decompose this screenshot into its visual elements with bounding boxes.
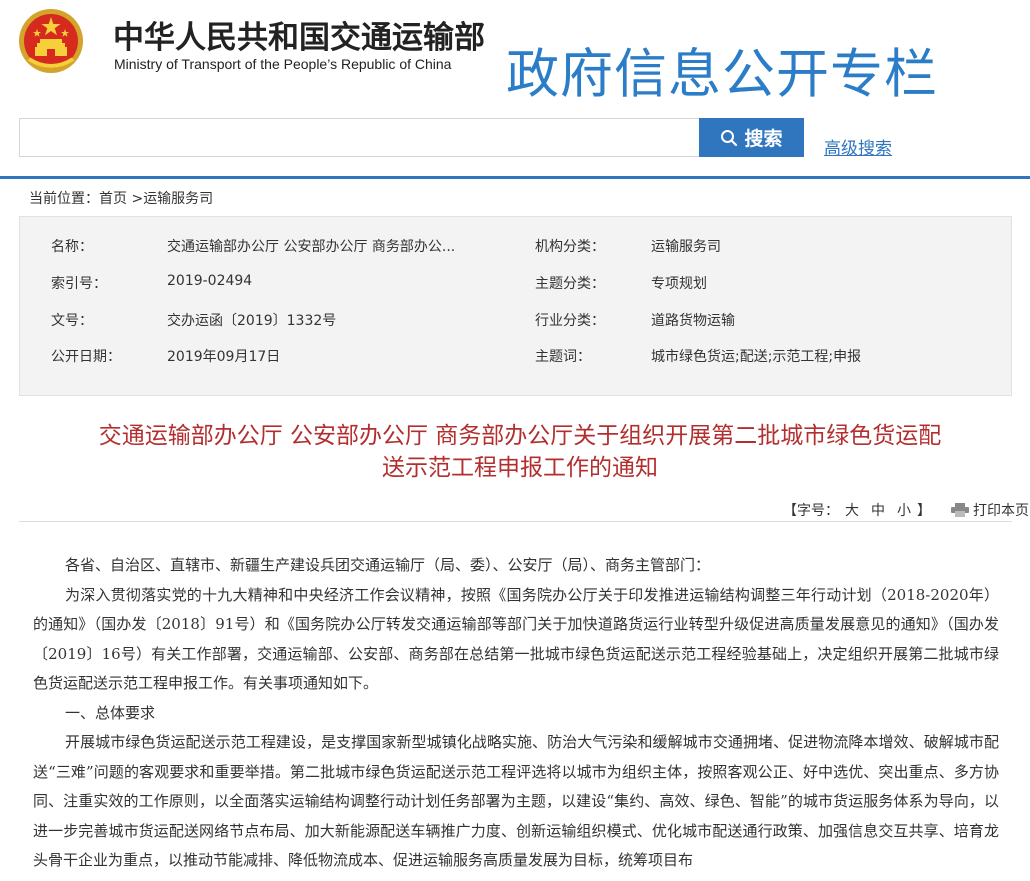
search-button[interactable]: 搜索	[699, 118, 804, 157]
content-divider	[19, 521, 1012, 522]
header-divider	[0, 176, 1030, 179]
meta-label: 文号：	[51, 313, 93, 329]
document-title: 交通运输部办公厅 公安部办公厅 商务部办公厅关于组织开展第二批城市绿色货运配 送…	[30, 420, 1010, 484]
document-tools: 【字号： 大 中 小 】 打印本页	[783, 500, 1030, 520]
font-size-small[interactable]: 小	[897, 500, 911, 520]
meta-value: 2019-02494	[167, 273, 253, 289]
meta-value: 2019年09月17日	[167, 349, 281, 365]
breadcrumb-home-link[interactable]: 首页	[99, 191, 127, 207]
meta-label: 行业分类：	[535, 313, 605, 329]
document-meta-box: 名称： 交通运输部办公厅 公安部办公厅 商务部办公... 索引号： 2019-0…	[19, 216, 1012, 396]
meta-value: 专项规划	[651, 276, 707, 292]
document-body: 各省、自治区、直辖市、新疆生产建设兵团交通运输厅（局、委）、公安厅（局）、商务主…	[33, 551, 999, 876]
print-page-link[interactable]: 打印本页	[973, 500, 1029, 520]
meta-label: 索引号：	[51, 276, 107, 292]
column-title: 政府信息公开专栏	[506, 44, 938, 105]
search-button-label: 搜索	[744, 129, 783, 150]
body-paragraph: 开展城市绿色货运配送示范工程建设，是支撑国家新型城镇化战略实施、防治大气污染和缓…	[33, 733, 999, 869]
breadcrumb-current-link[interactable]: 运输服务司	[143, 191, 213, 207]
meta-label: 名称：	[51, 239, 93, 255]
font-size-large[interactable]: 大	[845, 500, 859, 520]
body-paragraph: 为深入贯彻落实党的十九大精神和中央经济工作会议精神，按照《国务院办公厅关于印发推…	[33, 585, 999, 693]
body-paragraph: 各省、自治区、直辖市、新疆生产建设兵团交通运输厅（局、委）、公安厅（局）、商务主…	[65, 556, 711, 574]
advanced-search-link[interactable]: 高级搜索	[824, 134, 892, 159]
meta-value: 交办运函〔2019〕1332号	[167, 313, 337, 329]
document-title-line: 送示范工程申报工作的通知	[382, 455, 658, 481]
national-emblem-icon	[19, 9, 83, 73]
meta-value: 道路货物运输	[651, 313, 735, 329]
body-section-heading: 一、总体要求	[65, 703, 156, 722]
search-input[interactable]	[19, 118, 700, 157]
breadcrumb-prefix: 当前位置：	[29, 191, 99, 207]
meta-label: 主题词：	[535, 349, 591, 365]
meta-label: 机构分类：	[535, 239, 605, 255]
site-header: 中华人民共和国交通运输部 Ministry of Transport of th…	[0, 0, 1030, 110]
meta-value: 交通运输部办公厅 公安部办公厅 商务部办公...	[167, 239, 456, 255]
font-size-label: 【字号：	[783, 503, 839, 519]
ministry-name-en: Ministry of Transport of the People’s Re…	[114, 56, 452, 72]
ministry-name-cn: 中华人民共和国交通运输部	[113, 20, 485, 56]
meta-label: 公开日期：	[51, 349, 121, 365]
meta-label: 主题分类：	[535, 276, 605, 292]
breadcrumb: 当前位置：首页 >运输服务司	[29, 188, 213, 208]
printer-icon[interactable]	[951, 503, 969, 517]
meta-value: 运输服务司	[651, 239, 721, 255]
meta-value: 城市绿色货运;配送;示范工程;申报	[651, 349, 862, 365]
search-icon	[721, 129, 738, 146]
document-title-line: 交通运输部办公厅 公安部办公厅 商务部办公厅关于组织开展第二批城市绿色货运配	[98, 423, 942, 449]
font-size-medium[interactable]: 中	[871, 500, 885, 520]
font-size-close: 】	[917, 503, 931, 519]
breadcrumb-separator: >	[127, 191, 144, 207]
